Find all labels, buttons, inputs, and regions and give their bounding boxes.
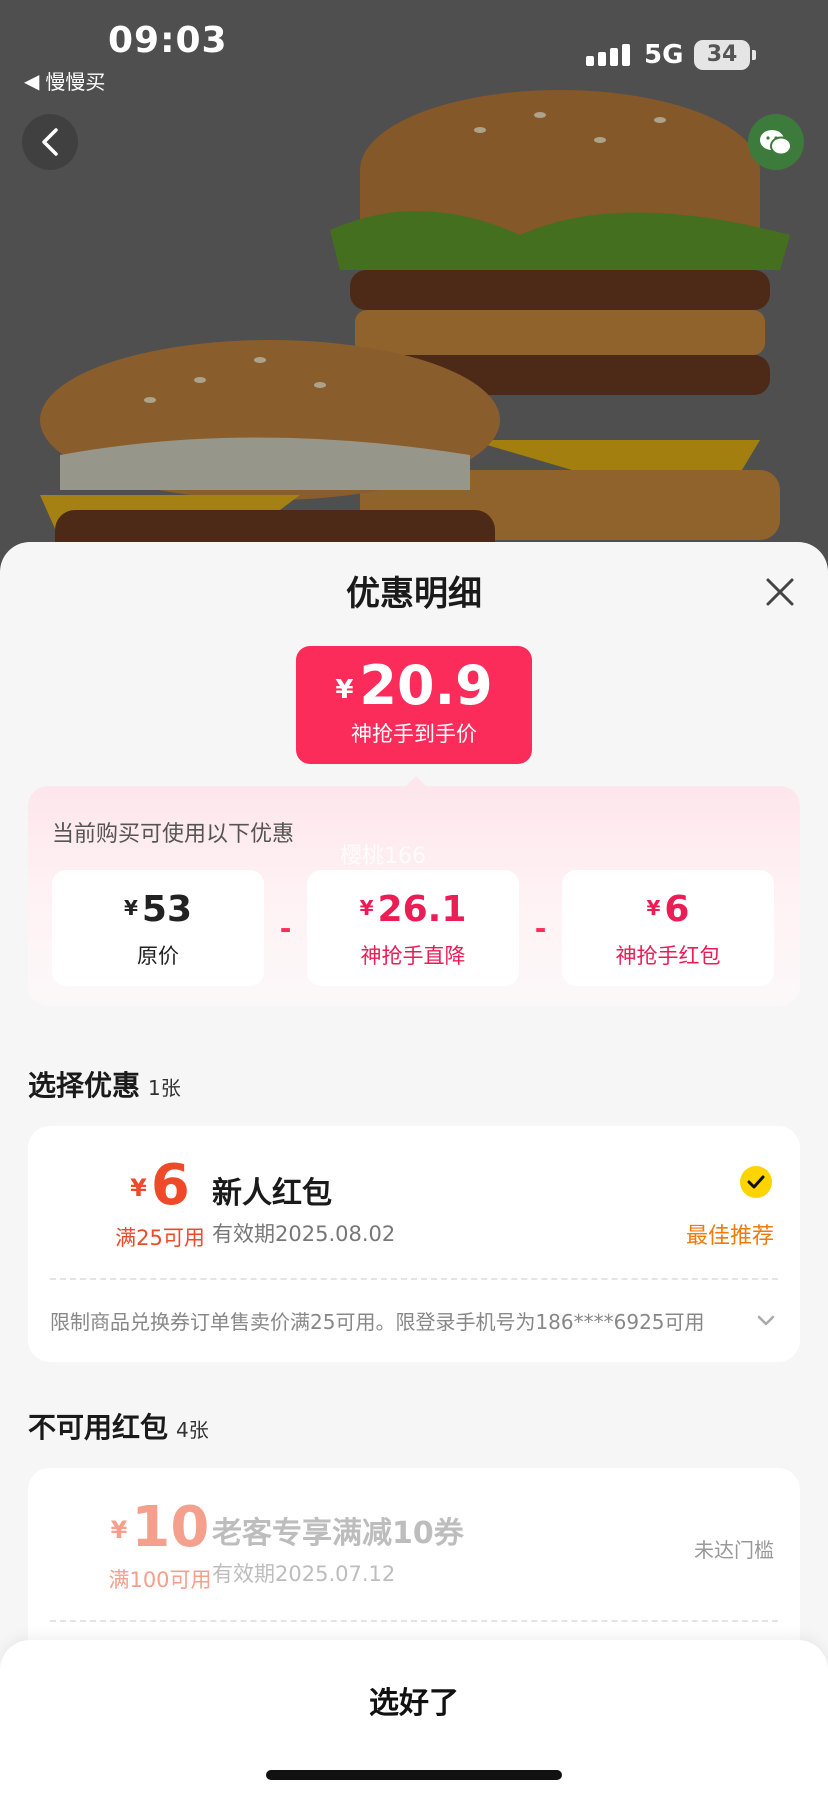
check-icon[interactable]: [740, 1166, 772, 1198]
coupon-value: 10: [131, 1495, 210, 1560]
coupon-name: 老客专享满减10券: [212, 1516, 464, 1551]
direct-discount-value: 26.1: [377, 889, 467, 930]
price-breakdown-card: 当前购买可使用以下优惠 樱桃166 ¥53 原价 - ¥26.1 神抢手直降 -…: [28, 786, 800, 1006]
back-app-label: 慢慢买: [45, 70, 106, 94]
original-price-box: ¥53 原价: [52, 870, 264, 986]
coupon-currency: ¥: [110, 1516, 128, 1544]
back-triangle-icon: ◀: [24, 68, 40, 93]
sheet-footer: 选好了: [0, 1640, 828, 1795]
network-type: 5G: [644, 40, 684, 70]
coupon-divider: [50, 1620, 778, 1622]
status-time: 09:03: [108, 20, 228, 61]
select-discount-title: 选择优惠: [28, 1069, 141, 1102]
coupon-divider: [50, 1278, 778, 1280]
wechat-share-button[interactable]: [748, 114, 804, 170]
red-packet-label: 神抢手红包: [615, 944, 721, 968]
final-price-box: ¥20.9 神抢手到手价: [296, 646, 532, 764]
select-discount-heading: 选择优惠 1张: [28, 1064, 181, 1104]
unavailable-heading: 不可用红包 4张: [28, 1406, 209, 1446]
best-recommend-tag: 最佳推荐: [686, 1224, 775, 1249]
watermark: 樱桃166: [340, 844, 426, 869]
back-button[interactable]: [22, 114, 78, 170]
confirm-button[interactable]: 选好了: [0, 1678, 828, 1722]
currency-symbol: ¥: [359, 896, 374, 920]
battery-icon: 34: [694, 40, 756, 70]
red-packet-value: 6: [664, 889, 690, 930]
discount-detail-sheet: 优惠明细 ¥20.9 神抢手到手价 当前购买可使用以下优惠 樱桃166 ¥53 …: [0, 542, 828, 1795]
back-arrow-icon: [42, 128, 58, 156]
coupon-value: 6: [150, 1153, 190, 1218]
currency-symbol: ¥: [646, 896, 661, 920]
select-discount-count: 1张: [148, 1076, 181, 1100]
currency-symbol: ¥: [123, 896, 138, 920]
original-price-label: 原价: [137, 944, 179, 968]
coupon-validity: 有效期2025.07.12: [212, 1562, 396, 1586]
signal-icon: [586, 44, 630, 66]
sheet-title: 优惠明细: [346, 574, 482, 614]
original-price-value: 53: [141, 889, 193, 930]
home-indicator: [266, 1770, 562, 1780]
final-price-amount: 20.9: [359, 654, 493, 717]
direct-discount-box: ¥26.1 神抢手直降: [307, 870, 519, 986]
status-bar: 09:03 ◀ 慢慢买 5G 34: [0, 0, 828, 100]
minus-operator: -: [279, 911, 292, 945]
red-packet-box: ¥6 神抢手红包: [562, 870, 774, 986]
wechat-icon: [760, 130, 792, 156]
available-coupon-card[interactable]: ¥6 满25可用 新人红包 有效期2025.08.02 最佳推荐 限制商品兑换券…: [28, 1126, 800, 1362]
coupon-validity: 有效期2025.08.02: [212, 1222, 396, 1246]
final-price-label: 神抢手到手价: [351, 722, 477, 746]
unavailable-count: 4张: [176, 1418, 209, 1442]
coupon-currency: ¥: [130, 1174, 147, 1202]
coupon-description: 限制商品兑换券订单售卖价满25可用。限登录手机号为186****6925可用: [50, 1310, 705, 1334]
back-to-app-link[interactable]: ◀ 慢慢买: [24, 66, 105, 95]
breakdown-title: 当前购买可使用以下优惠: [52, 822, 295, 847]
direct-discount-label: 神抢手直降: [360, 944, 466, 968]
close-icon[interactable]: [762, 574, 798, 610]
unavailable-title: 不可用红包: [28, 1411, 169, 1444]
coupon-status: 未达门槛: [694, 1538, 774, 1562]
minus-operator: -: [534, 911, 547, 945]
final-price-currency: ¥: [335, 675, 354, 705]
coupon-name: 新人红包: [212, 1176, 332, 1211]
chevron-down-icon[interactable]: [754, 1308, 778, 1332]
